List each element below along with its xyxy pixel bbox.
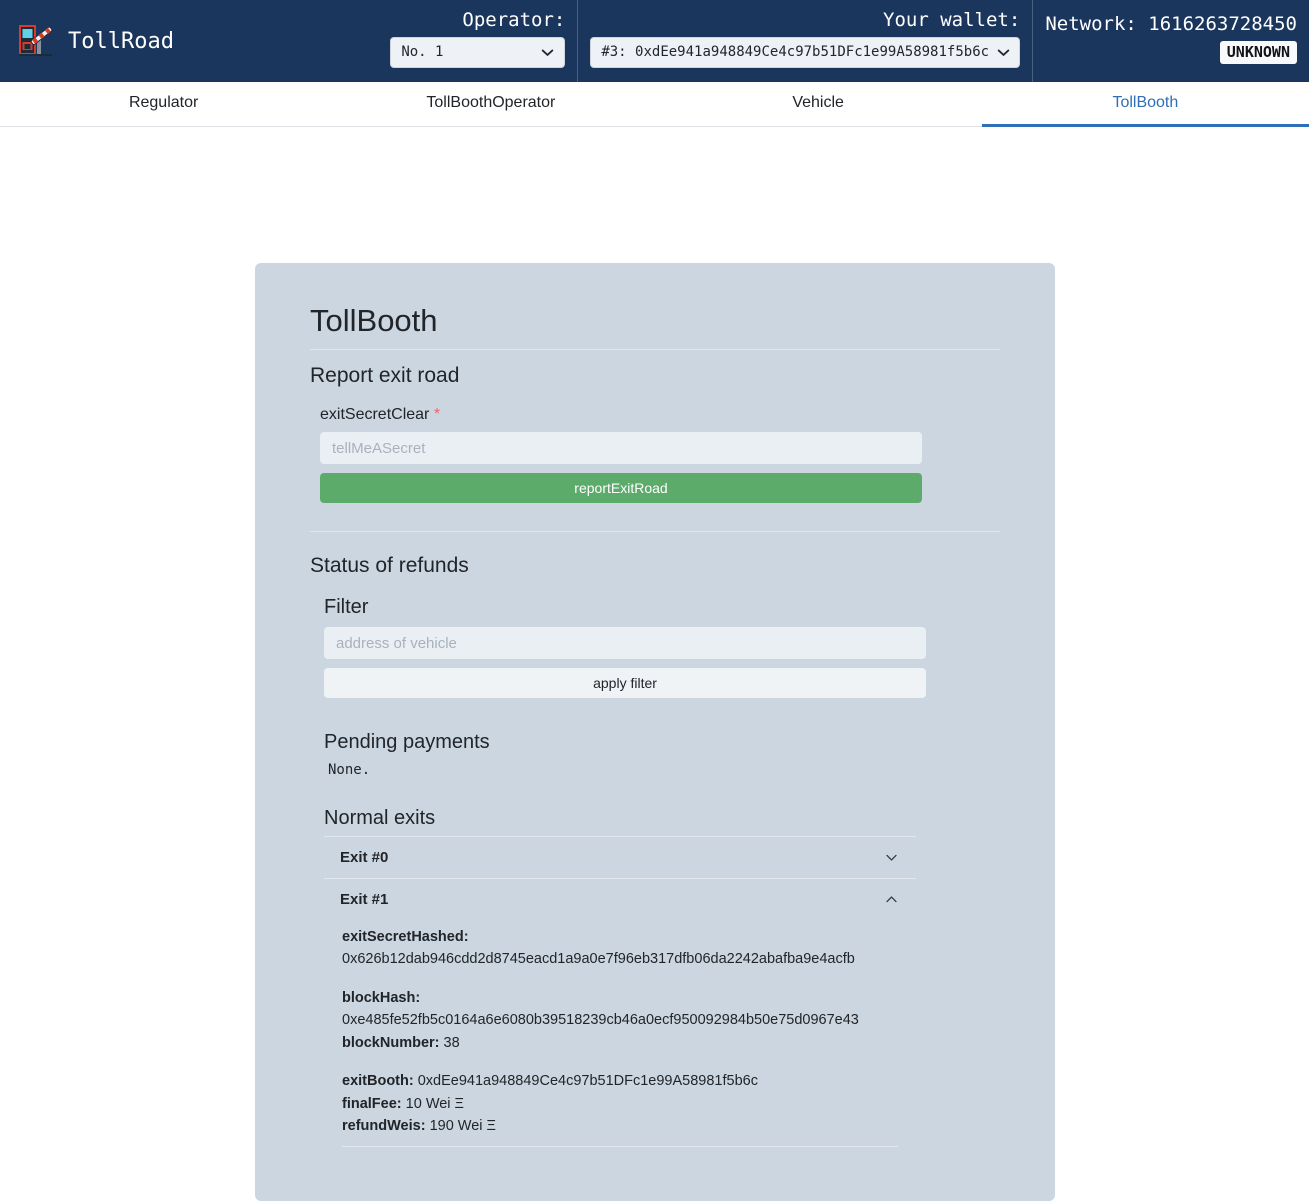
exit-secret-clear-label: exitSecretClear * <box>320 406 1000 424</box>
accordion-body-exit-1: exitSecretHashed: 0x626b12dab946cdd2d874… <box>324 920 916 1161</box>
accordion-label-exit-1: Exit #1 <box>340 891 389 908</box>
wallet-group: Your wallet: #3: 0xdEe941a948849Ce4c97b5… <box>577 0 1032 82</box>
navbar-spacer <box>190 0 378 82</box>
brand[interactable]: TollRoad <box>0 0 190 82</box>
filter-address-placeholder: address of vehicle <box>336 634 457 652</box>
block-number-key: blockNumber: <box>342 1034 440 1051</box>
tab-tollboothoperator[interactable]: TollBoothOperator <box>327 82 654 127</box>
exit-secret-clear-input[interactable]: tellMeASecret <box>320 432 922 464</box>
chevron-down-icon <box>885 851 898 864</box>
report-exit-road-form: exitSecretClear * tellMeASecret reportEx… <box>310 406 1000 503</box>
required-marker: * <box>433 406 441 423</box>
filter-heading: Filter <box>324 596 369 618</box>
exit-secret-clear-label-text: exitSecretClear <box>320 406 430 423</box>
chevron-down-icon <box>997 46 1010 59</box>
filter-address-input[interactable]: address of vehicle <box>324 627 926 659</box>
accordion-item-exit-1: Exit #1 exitSecretHashed: 0x626b12dab946… <box>324 878 916 1161</box>
report-exit-road-button[interactable]: reportExitRoad <box>320 473 922 503</box>
wallet-select[interactable]: #3: 0xdEe941a948849Ce4c97b51DFc1e99A5898… <box>590 36 1021 68</box>
block-hash-value: 0xe485fe52fb5c0164a6e6080b39518239cb46a0… <box>342 1012 859 1029</box>
normal-exits-block: Normal exits <box>310 807 1000 830</box>
block-number-row: blockNumber: 38 <box>342 1032 898 1054</box>
chevron-up-icon <box>885 893 898 906</box>
title-divider <box>310 349 1000 350</box>
exit-booth-key: exitBooth: <box>342 1073 414 1090</box>
tollbooth-card: TollBooth Report exit road exitSecretCle… <box>255 263 1055 1201</box>
filter-block: Filter address of vehicle apply filter <box>310 596 1000 698</box>
pending-payments-heading: Pending payments <box>324 731 490 753</box>
accordion-header-exit-1[interactable]: Exit #1 <box>324 879 916 920</box>
network-badge-row: UNKNOWN <box>1219 41 1297 64</box>
final-fee-value: 10 Wei Ξ <box>405 1095 464 1112</box>
operator-selected-value: No. 1 <box>401 44 444 61</box>
exit-summary-block: exitBooth: 0xdEe941a948849Ce4c97b51DFc1e… <box>342 1070 898 1137</box>
pending-payments-empty-text: None. <box>328 762 371 778</box>
brand-label: TollRoad <box>68 28 174 54</box>
top-navbar: TollRoad Operator: No. 1 Your wallet: #3… <box>0 0 1309 82</box>
operator-group: Operator: No. 1 <box>378 0 577 82</box>
exit-secret-hashed-block: exitSecretHashed: 0x626b12dab946cdd2d874… <box>342 926 898 971</box>
status-of-refunds-heading: Status of refunds <box>310 554 469 577</box>
normal-exits-heading: Normal exits <box>324 807 436 829</box>
tab-vehicle[interactable]: Vehicle <box>655 82 982 127</box>
page-title: TollBooth <box>310 303 438 338</box>
refund-weis-row: refundWeis: 190 Wei Ξ <box>342 1115 898 1137</box>
normal-exits-accordion: Exit #0 Exit #1 exitSecretHashed: 0x626b… <box>324 836 916 1161</box>
pending-payments-block: Pending payments None. <box>310 731 1000 778</box>
refund-weis-key: refundWeis: <box>342 1118 426 1135</box>
tab-regulator[interactable]: Regulator <box>0 82 327 127</box>
exit-secret-clear-placeholder: tellMeASecret <box>332 439 426 457</box>
status-badge: UNKNOWN <box>1219 41 1297 64</box>
section-divider <box>310 531 1000 532</box>
operator-label: Operator: <box>462 9 566 32</box>
accordion-header-exit-0[interactable]: Exit #0 <box>324 837 916 878</box>
report-exit-road-heading: Report exit road <box>310 364 460 387</box>
operator-select[interactable]: No. 1 <box>390 36 566 68</box>
network-group: Network: 1616263728450 UNKNOWN <box>1032 0 1309 82</box>
refund-weis-value: 190 Wei Ξ <box>429 1118 496 1135</box>
block-number-value: 38 <box>443 1034 460 1051</box>
accordion-body-divider <box>342 1145 898 1147</box>
network-label: Network: 1616263728450 <box>1045 13 1297 36</box>
tab-tollbooth[interactable]: TollBooth <box>981 82 1309 127</box>
accordion-label-exit-0: Exit #0 <box>340 849 389 866</box>
toll-booth-icon <box>16 21 56 61</box>
block-info-block: blockHash: 0xe485fe52fb5c0164a6e6080b395… <box>342 987 898 1054</box>
wallet-selected-value: #3: 0xdEe941a948849Ce4c97b51DFc1e99A5898… <box>601 44 990 61</box>
wallet-label: Your wallet: <box>883 9 1021 32</box>
exit-secret-hashed-value: 0x626b12dab946cdd2d8745eacd1a9a0e7f96eb3… <box>342 951 855 968</box>
chevron-down-icon <box>541 46 554 59</box>
final-fee-row: finalFee: 10 Wei Ξ <box>342 1093 898 1115</box>
accordion-item-exit-0: Exit #0 <box>324 836 916 878</box>
final-fee-key: finalFee: <box>342 1095 402 1112</box>
exit-booth-value: 0xdEe941a948849Ce4c97b51DFc1e99A58981f5b… <box>417 1073 758 1090</box>
block-hash-key: blockHash: <box>342 989 421 1006</box>
apply-filter-button[interactable]: apply filter <box>324 668 926 698</box>
main-tabs: Regulator TollBoothOperator Vehicle Toll… <box>0 82 1309 127</box>
exit-secret-hashed-key: exitSecretHashed: <box>342 929 469 945</box>
